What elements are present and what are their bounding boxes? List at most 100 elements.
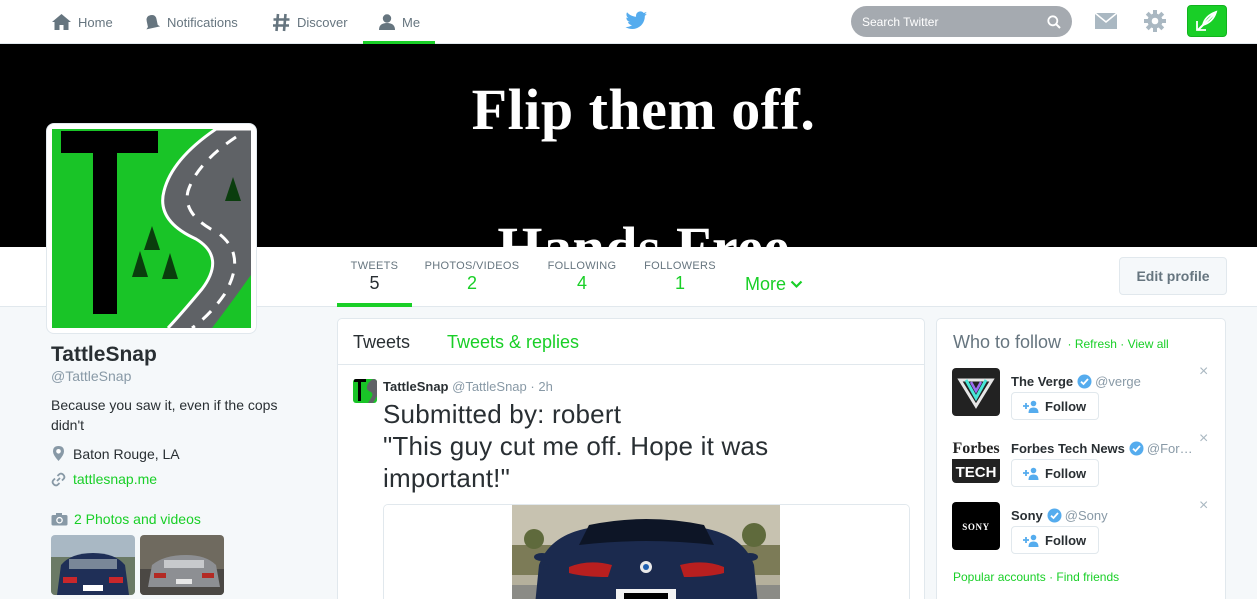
user-name-row[interactable]: Forbes Tech News @For…: [1011, 441, 1193, 456]
twitter-bird-icon[interactable]: [625, 11, 648, 31]
separator: ·: [1120, 337, 1125, 351]
add-person-icon: [1023, 400, 1039, 413]
camera-icon: [51, 513, 68, 526]
profile-avatar[interactable]: [46, 123, 257, 334]
user-avatar-forbes[interactable]: Forbes TECH: [952, 435, 1000, 483]
edit-profile-button[interactable]: Edit profile: [1119, 257, 1227, 295]
popular-accounts-link[interactable]: Popular accounts: [953, 570, 1046, 584]
more-dropdown[interactable]: More: [745, 274, 803, 295]
home-icon: [52, 14, 71, 30]
follow-button[interactable]: Follow: [1011, 392, 1100, 420]
dismiss-suggestion-close-icon[interactable]: ×: [1199, 363, 1208, 381]
stat-photos[interactable]: PHOTOS/VIDEOS 2: [420, 247, 524, 307]
tweet-author-name[interactable]: TattleSnap: [383, 379, 449, 394]
stat-tweets[interactable]: TWEETS 5: [337, 247, 412, 307]
user-name: Forbes Tech News: [1011, 441, 1125, 456]
tweet-header: TattleSnap @TattleSnap · 2h: [383, 379, 553, 394]
stat-followers-label: FOLLOWERS: [644, 260, 716, 272]
user-name-row[interactable]: Sony @Sony: [1011, 508, 1108, 523]
dismiss-suggestion-close-icon[interactable]: ×: [1199, 430, 1208, 448]
user-handle: @verge: [1095, 374, 1141, 389]
stat-tweets-label: TWEETS: [350, 260, 399, 272]
profile-url-row: tattlesnap.me: [51, 471, 311, 487]
refresh-link[interactable]: Refresh: [1075, 337, 1117, 351]
timeline-tabs: Tweets Tweets & replies: [338, 319, 924, 365]
nav-me-label: Me: [402, 14, 421, 30]
profile-handle[interactable]: @TattleSnap: [51, 368, 311, 384]
photos-videos-label: 2 Photos and videos: [74, 511, 201, 527]
stat-followers-value: 1: [674, 273, 685, 293]
timeline: Tweets Tweets & replies TattleSnap @Tatt…: [337, 318, 925, 599]
follow-button[interactable]: Follow: [1011, 459, 1100, 487]
tweet-author-handle[interactable]: @TattleSnap: [452, 379, 527, 394]
nav-notifications-label: Notifications: [167, 14, 238, 30]
follow-button[interactable]: Follow: [1011, 526, 1100, 554]
tab-tweets-and-replies[interactable]: Tweets & replies: [447, 332, 579, 353]
tab-tweets[interactable]: Tweets: [353, 332, 410, 353]
suggested-user: SONY Sony @Sony Follow ×: [952, 497, 1214, 554]
user-name: Sony: [1011, 508, 1043, 523]
who-to-follow-title: Who to follow: [953, 332, 1062, 352]
dismiss-suggestion-close-icon[interactable]: ×: [1199, 497, 1208, 515]
chevron-down-icon: [790, 280, 803, 289]
nav-discover-label: Discover: [297, 14, 348, 30]
tweet-avatar[interactable]: [353, 379, 377, 403]
stat-photos-value: 2: [466, 273, 477, 293]
nav-discover[interactable]: Discover: [272, 0, 348, 44]
forbes-tech-logo: Forbes TECH: [952, 435, 1000, 483]
photos-videos-link[interactable]: 2 Photos and videos: [51, 511, 311, 527]
who-to-follow-panel: Who to follow · Refresh · View all The V…: [936, 318, 1226, 599]
add-person-icon: [1023, 534, 1039, 547]
separator: ·: [1067, 337, 1072, 351]
gear-icon[interactable]: [1143, 9, 1167, 33]
who-to-follow-footer: Popular accounts · Find friends: [953, 570, 1119, 584]
hashtag-icon: [273, 13, 290, 31]
separator: ·: [1049, 570, 1054, 584]
location-pin-icon: [53, 446, 64, 461]
profile-website-link[interactable]: tattlesnap.me: [73, 471, 157, 487]
search-input[interactable]: [862, 14, 1032, 29]
compose-tweet-button[interactable]: [1187, 5, 1227, 37]
profile-bio: Because you saw it, even if the cops did…: [51, 397, 278, 433]
nav-notifications[interactable]: Notifications: [143, 0, 238, 44]
nav-home[interactable]: Home: [51, 0, 113, 44]
user-avatar-verge[interactable]: [952, 368, 1000, 416]
tweet-timestamp[interactable]: 2h: [538, 379, 552, 394]
search-icon[interactable]: [1047, 14, 1061, 29]
envelope-icon[interactable]: [1094, 11, 1118, 30]
follow-label: Follow: [1045, 398, 1087, 414]
sony-logo-text: SONY: [962, 522, 989, 532]
tweet-media[interactable]: [383, 504, 910, 599]
verified-badge-icon: [1129, 441, 1144, 456]
more-label: More: [745, 274, 787, 294]
quill-icon: [1196, 10, 1218, 31]
person-icon: [379, 14, 395, 30]
photo-thumbnails: [51, 535, 311, 595]
follow-label: Follow: [1045, 465, 1087, 481]
suggested-user: The Verge @verge Follow ×: [952, 363, 1214, 420]
view-all-link[interactable]: View all: [1128, 337, 1169, 351]
stat-followers[interactable]: FOLLOWERS 1: [641, 247, 719, 307]
search-box[interactable]: [851, 6, 1072, 37]
stat-photos-label: PHOTOS/VIDEOS: [424, 260, 520, 272]
sony-logo: SONY: [952, 502, 1000, 550]
photo-thumbnail-1[interactable]: [51, 535, 135, 595]
user-name-row[interactable]: The Verge @verge: [1011, 374, 1141, 389]
top-navigation-bar: Home Notifications Discover Me: [0, 0, 1257, 44]
user-handle: @Sony: [1064, 508, 1108, 523]
nav-home-label: Home: [78, 14, 113, 30]
suggested-user: Forbes TECH Forbes Tech News @For… Follo…: [952, 430, 1214, 487]
find-friends-link[interactable]: Find friends: [1056, 570, 1119, 584]
profile-sidebar: TattleSnap @TattleSnap Because you saw i…: [51, 343, 311, 595]
user-avatar-sony[interactable]: SONY: [952, 502, 1000, 550]
photo-thumbnail-2[interactable]: [140, 535, 224, 595]
tweet-text-line2: "This guy cut me off. Hope it was import…: [383, 431, 769, 493]
add-person-icon: [1023, 467, 1039, 480]
tattlesnap-logo: [52, 129, 251, 328]
tweet-separator: ·: [530, 379, 535, 394]
stat-following[interactable]: FOLLOWING 4: [543, 247, 621, 307]
profile-name[interactable]: TattleSnap: [51, 343, 311, 367]
stat-following-label: FOLLOWING: [547, 260, 617, 272]
verge-logo-icon: [952, 368, 1000, 416]
nav-me[interactable]: Me: [363, 0, 435, 44]
